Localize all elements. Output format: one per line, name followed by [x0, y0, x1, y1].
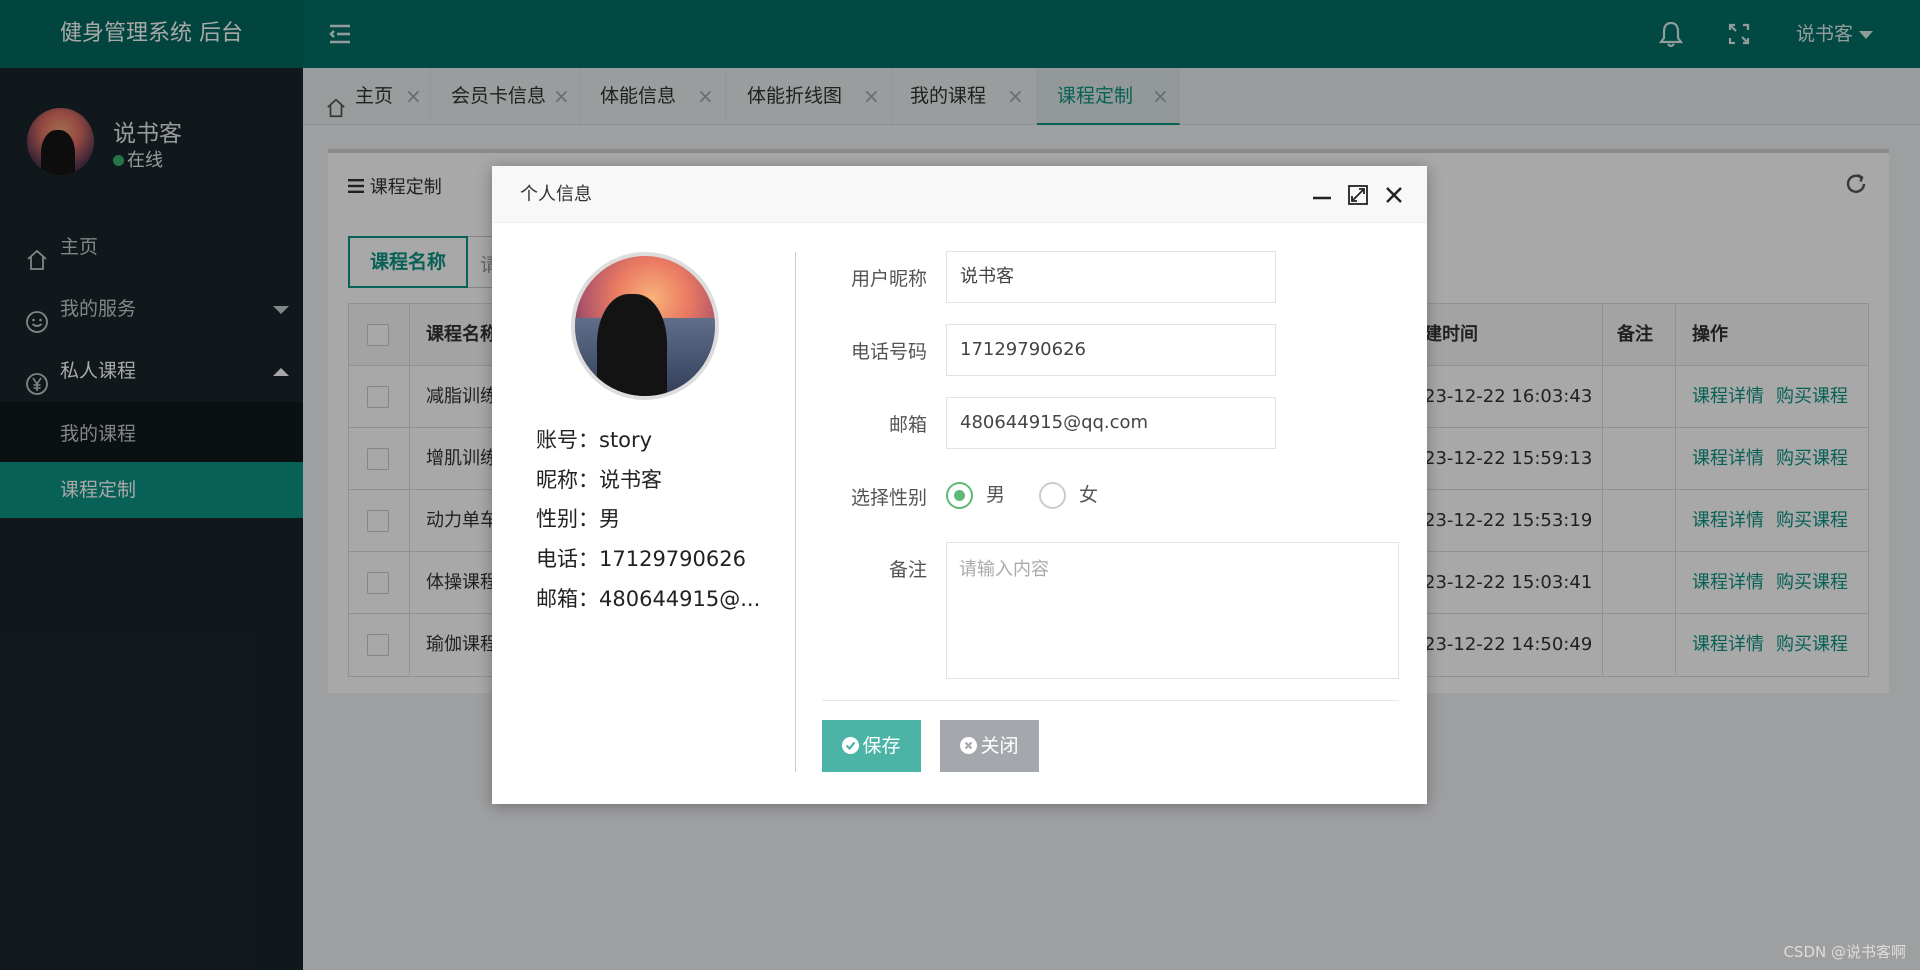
remark-placeholder: 请输入内容 [959, 559, 1049, 580]
gender-female-radio[interactable] [1039, 482, 1066, 509]
info-nickname: 昵称：说书客 [536, 468, 662, 492]
remark-label: 备注 [888, 559, 927, 581]
save-label: 保存 [862, 735, 901, 757]
form-divider [822, 700, 1399, 701]
dialog-divider [795, 252, 796, 772]
phone-field[interactable]: 17129790626 [946, 324, 1276, 376]
info-email: 邮箱：480644915@... [536, 587, 761, 611]
nickname-label: 用户昵称 [850, 268, 927, 290]
x-circle-icon [960, 737, 978, 754]
nickname-field[interactable]: 说书客 [946, 251, 1276, 303]
profile-avatar [571, 252, 719, 400]
maximize-icon[interactable] [1346, 183, 1370, 207]
minimize-icon[interactable] [1310, 183, 1334, 207]
close-icon[interactable] [1382, 183, 1406, 207]
profile-dialog: 个人信息 账号：story 昵称：说书客 性别：男 电话：17129790626… [492, 166, 1427, 804]
info-account: 账号：story [536, 428, 653, 452]
dialog-title: 个人信息 [520, 184, 592, 205]
gender-label: 选择性别 [850, 487, 927, 509]
gender-male-label[interactable]: 男 [986, 482, 1005, 509]
phone-label: 电话号码 [850, 341, 927, 363]
dialog-header: 个人信息 [492, 166, 1427, 223]
close-label: 关闭 [980, 735, 1019, 757]
gender-female-label[interactable]: 女 [1079, 482, 1098, 509]
save-button[interactable]: 保存 [822, 720, 921, 772]
check-circle-icon [842, 737, 860, 754]
close-button[interactable]: 关闭 [940, 720, 1039, 772]
email-label: 邮箱 [888, 414, 927, 436]
info-phone: 电话：17129790626 [536, 547, 746, 571]
remark-textarea[interactable]: 请输入内容 [946, 542, 1399, 679]
email-field[interactable]: 480644915@qq.com [946, 397, 1276, 449]
gender-male-radio[interactable] [946, 482, 973, 509]
watermark: CSDN @说书客啊 [1783, 943, 1906, 961]
info-gender: 性别：男 [536, 507, 620, 531]
